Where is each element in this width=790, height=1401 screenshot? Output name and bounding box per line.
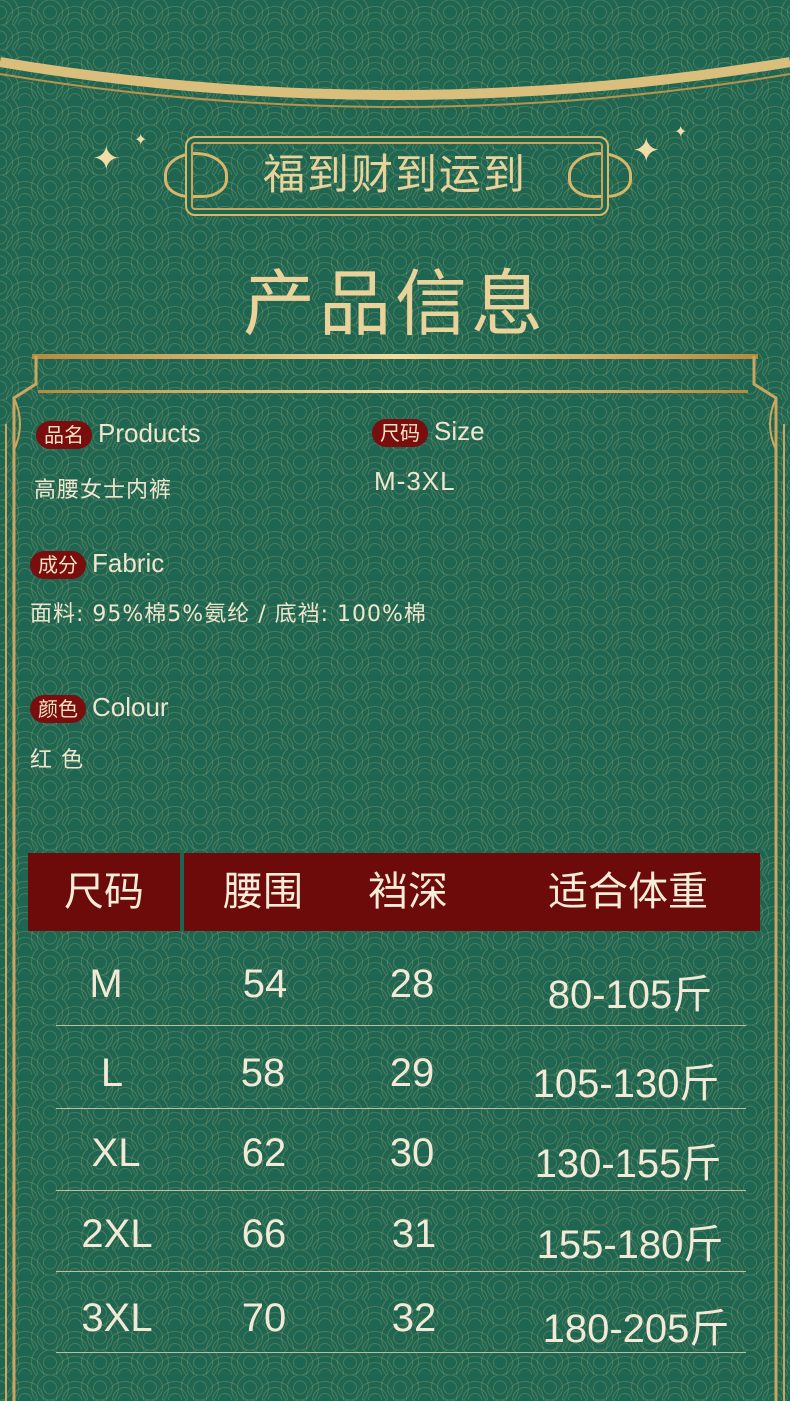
cell-waist: 54 bbox=[242, 962, 288, 1006]
top-gold-arc bbox=[0, 57, 790, 108]
product-value: 高腰女士内裤 bbox=[34, 478, 173, 503]
colour-field: 颜色 Colour bbox=[30, 692, 169, 723]
cell-size: 3XL bbox=[81, 1296, 153, 1340]
size-value: M-3XL bbox=[374, 466, 456, 496]
product-tag: 品名 bbox=[36, 421, 92, 449]
header-rise: 裆深 bbox=[368, 869, 448, 915]
cell-rise: 28 bbox=[389, 962, 435, 1006]
cell-weight: 130-155斤 bbox=[534, 1142, 722, 1186]
cell-rise: 29 bbox=[389, 1051, 435, 1095]
header-size: 尺码 bbox=[64, 869, 144, 915]
size-label: Size bbox=[434, 416, 485, 446]
frame-inner-line bbox=[38, 390, 748, 393]
row-divider bbox=[56, 1271, 746, 1272]
colour-value: 红 色 bbox=[30, 748, 84, 773]
cell-weight: 80-105斤 bbox=[547, 973, 713, 1017]
size-tag: 尺码 bbox=[372, 419, 428, 447]
sparkle-icon: ✦ bbox=[92, 139, 121, 179]
sparkle-icon: ✦ bbox=[632, 131, 661, 171]
cell-weight: 155-180斤 bbox=[536, 1223, 724, 1267]
cell-size: 2XL bbox=[81, 1212, 153, 1256]
colour-label: Colour bbox=[92, 692, 169, 722]
frame-top-line bbox=[32, 354, 758, 359]
sparkle-icon: ✦ bbox=[134, 130, 148, 149]
size-field: 尺码 Size bbox=[372, 416, 485, 447]
colour-tag: 颜色 bbox=[30, 695, 86, 723]
cell-waist: 66 bbox=[241, 1212, 287, 1256]
row-divider bbox=[56, 1190, 746, 1191]
row-divider bbox=[56, 1108, 746, 1109]
cell-size: XL bbox=[91, 1131, 141, 1175]
row-divider bbox=[56, 1352, 746, 1353]
fabric-field: 成分 Fabric bbox=[30, 548, 164, 579]
header-weight: 适合体重 bbox=[548, 869, 708, 915]
product-label: Products bbox=[98, 418, 201, 448]
sparkle-icon: ✦ bbox=[674, 122, 688, 141]
size-table-header: 尺码 腰围 裆深 适合体重 bbox=[28, 853, 760, 931]
fabric-tag: 成分 bbox=[30, 551, 86, 579]
fabric-value: 面料: 95%棉5%氨纶 / 底裆: 100%棉 bbox=[30, 602, 427, 627]
cell-rise: 31 bbox=[391, 1212, 437, 1256]
row-divider bbox=[56, 1025, 746, 1026]
cell-waist: 70 bbox=[241, 1296, 287, 1340]
slogan-text: 福到财到运到 bbox=[262, 150, 527, 199]
cell-waist: 62 bbox=[241, 1131, 287, 1175]
product-field: 品名 Products bbox=[36, 418, 201, 449]
cell-rise: 32 bbox=[391, 1296, 437, 1340]
header-divider bbox=[180, 853, 184, 931]
page-title: 产品信息 bbox=[242, 262, 547, 346]
cell-size: M bbox=[89, 962, 123, 1006]
cell-size: L bbox=[100, 1051, 124, 1095]
header-waist: 腰围 bbox=[223, 869, 303, 915]
cell-rise: 30 bbox=[389, 1131, 435, 1175]
fabric-label: Fabric bbox=[92, 548, 165, 578]
cell-waist: 58 bbox=[240, 1051, 286, 1095]
cell-weight: 105-130斤 bbox=[532, 1062, 720, 1106]
cell-weight: 180-205斤 bbox=[542, 1307, 730, 1351]
